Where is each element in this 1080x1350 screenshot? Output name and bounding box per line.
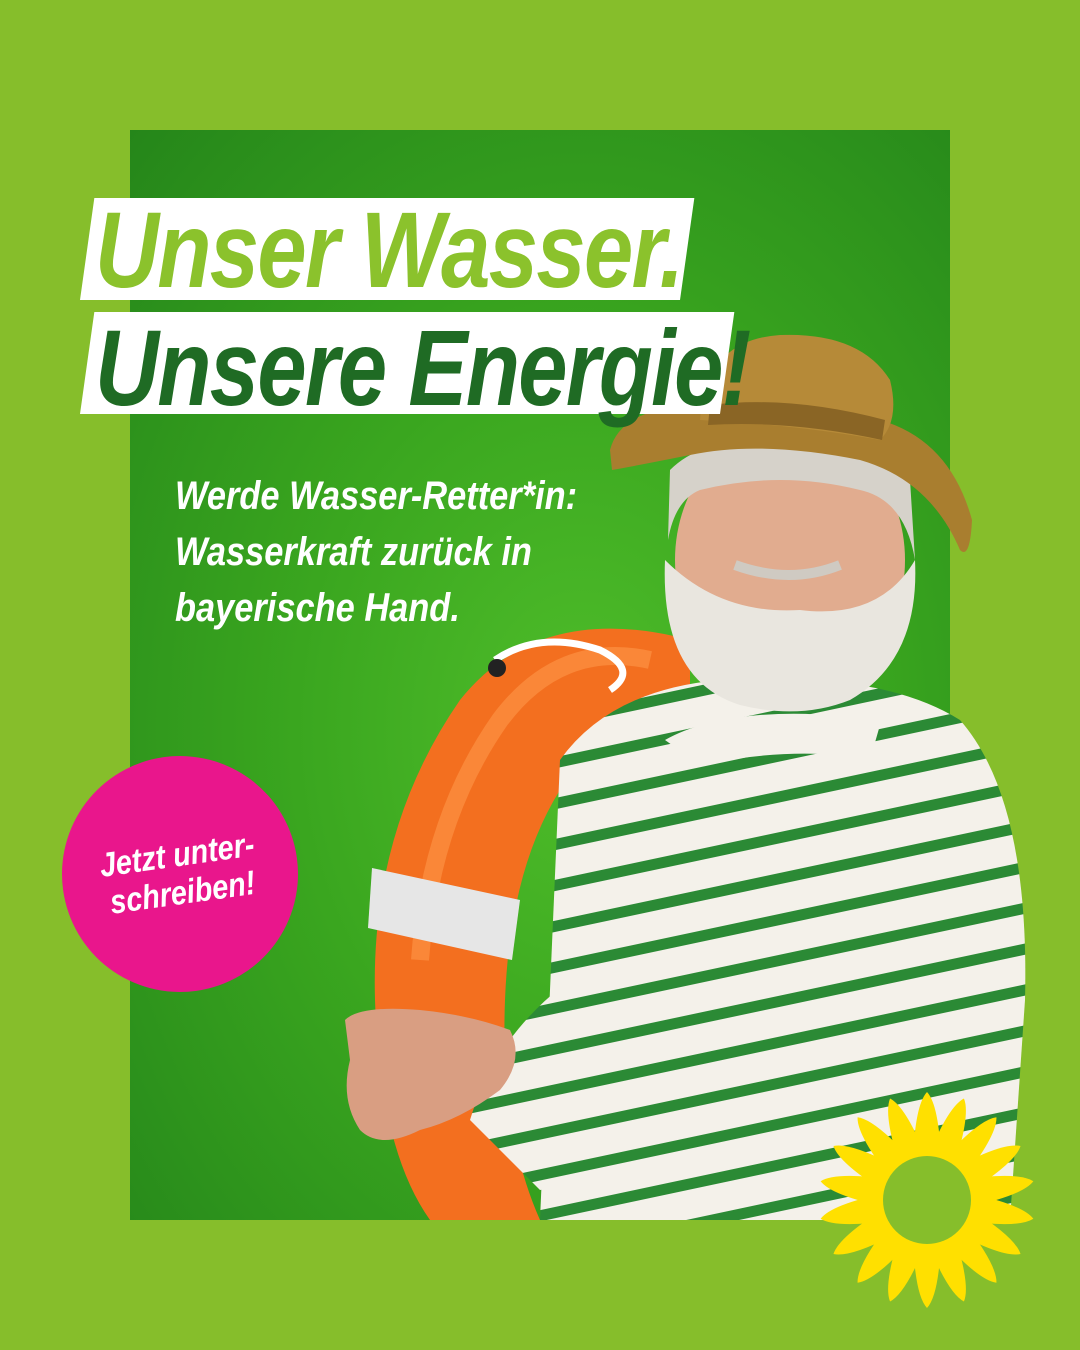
headline-line-1: Unser Wasser. [95, 189, 684, 310]
man-head [664, 425, 916, 712]
subheadline-line-2: Wasserkraft zurück in [175, 530, 532, 574]
subheadline-line-3: bayerische Hand. [175, 586, 460, 630]
subheadline-line-1: Werde Wasser-Retter*in: [175, 474, 578, 518]
headline-line-2: Unsere Energie! [95, 307, 751, 428]
subheadline: Werde Wasser-Retter*in: Wasserkraft zurü… [175, 468, 605, 636]
sunflower-icon [820, 1092, 1034, 1308]
